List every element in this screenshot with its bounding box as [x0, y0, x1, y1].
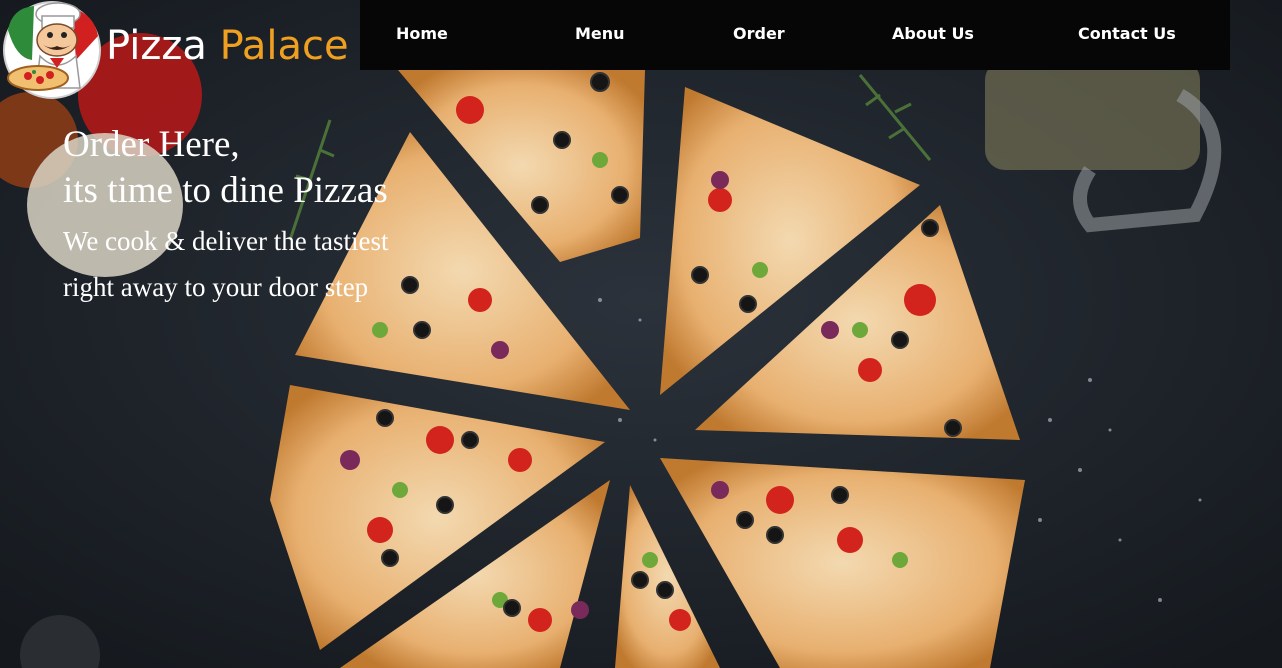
hero-background-image	[0, 0, 1282, 668]
nav-home-link[interactable]: Home	[396, 24, 448, 43]
brand-name-accent: Palace	[219, 23, 349, 69]
hero-text-block: Order Here, its time to dine Pizzas We c…	[63, 122, 388, 310]
brand-name-primary: Pizza	[106, 23, 207, 69]
nav-order-link[interactable]: Order	[733, 24, 785, 43]
hero-subtext-line2: right away to your door step	[63, 272, 369, 302]
nav-about-link[interactable]: About Us	[892, 24, 974, 43]
brand-title[interactable]: Pizza Palace	[106, 22, 349, 70]
nav-contact-link[interactable]: Contact Us	[1078, 24, 1176, 43]
chef-mascot-icon	[3, 1, 101, 99]
hero-heading-line1: Order Here,	[63, 124, 240, 165]
top-navbar: Home Menu Order About Us Contact Us	[360, 0, 1230, 70]
nav-menu-link[interactable]: Menu	[575, 24, 625, 43]
hero-heading-line2: its time to dine Pizzas	[63, 170, 388, 211]
hero-subtext-line1: We cook & deliver the tastiest	[63, 226, 389, 256]
chef-logo[interactable]	[2, 0, 106, 100]
